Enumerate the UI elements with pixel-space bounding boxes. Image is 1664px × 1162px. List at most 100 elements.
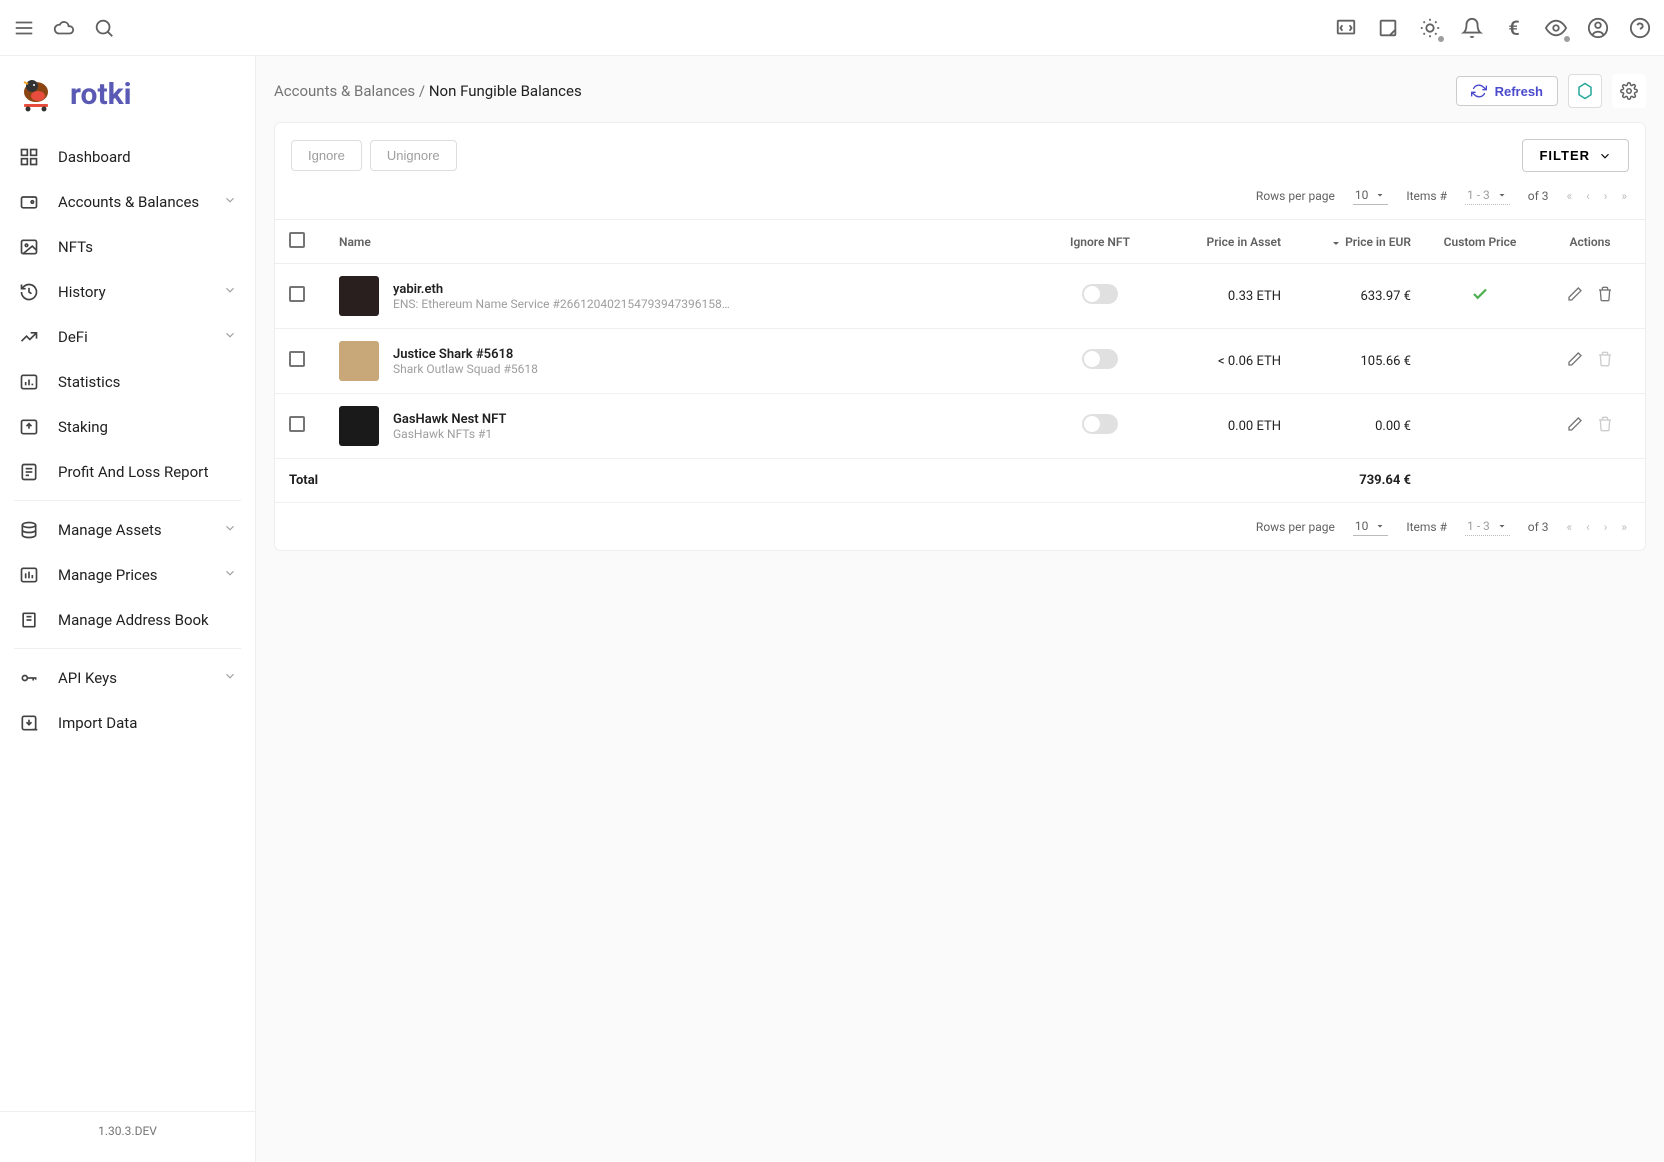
theme-icon[interactable]	[1418, 16, 1442, 40]
bell-icon[interactable]	[1460, 16, 1484, 40]
sidebar-item-pnl[interactable]: Profit And Loss Report	[0, 449, 255, 494]
row-checkbox[interactable]	[289, 416, 305, 432]
note-icon[interactable]	[1376, 16, 1400, 40]
table-row: Justice Shark #5618 Shark Outlaw Squad #…	[275, 329, 1645, 394]
user-icon[interactable]	[1586, 16, 1610, 40]
wallet-icon	[18, 191, 40, 213]
logo[interactable]: rotki	[0, 68, 255, 134]
page-next-icon[interactable]: ›	[1604, 520, 1608, 534]
nft-thumbnail	[339, 276, 379, 316]
page-prev-icon[interactable]: ‹	[1586, 189, 1590, 203]
sidebar-item-manage-prices[interactable]: Manage Prices	[0, 552, 255, 597]
code-icon[interactable]	[1334, 16, 1358, 40]
price-asset: 0.00 ETH	[1155, 394, 1295, 459]
rows-per-page-label: Rows per page	[1256, 189, 1335, 203]
sidebar-item-history[interactable]: History	[0, 269, 255, 314]
ignore-toggle[interactable]	[1082, 349, 1118, 369]
sidebar-item-nfts[interactable]: NFTs	[0, 224, 255, 269]
sidebar-item-label: Staking	[58, 418, 108, 436]
items-range-select[interactable]: 1 - 3	[1465, 517, 1510, 536]
rows-per-page-select[interactable]: 10	[1353, 517, 1389, 536]
table-row: yabir.eth ENS: Ethereum Name Service #26…	[275, 264, 1645, 329]
cloud-icon[interactable]	[52, 16, 76, 40]
sidebar-item-statistics[interactable]: Statistics	[0, 359, 255, 404]
sidebar-item-dashboard[interactable]: Dashboard	[0, 134, 255, 179]
book-icon	[18, 609, 40, 631]
sidebar: rotki Dashboard Accounts & Balances NFTs…	[0, 56, 256, 1162]
sidebar-item-manage-assets[interactable]: Manage Assets	[0, 507, 255, 552]
pager-bottom: Rows per page 10 Items # 1 - 3 of 3 « ‹ …	[275, 503, 1645, 550]
sidebar-item-defi[interactable]: DeFi	[0, 314, 255, 359]
rows-per-page-select[interactable]: 10	[1353, 186, 1389, 205]
col-ignore[interactable]: Ignore NFT	[1045, 220, 1155, 264]
items-range-select[interactable]: 1 - 3	[1465, 186, 1510, 205]
unignore-button[interactable]: Unignore	[370, 140, 457, 171]
sidebar-item-label: API Keys	[58, 669, 117, 687]
chevron-down-icon	[223, 521, 237, 539]
total-label: Total	[275, 459, 1295, 503]
privacy-icon[interactable]	[1544, 16, 1568, 40]
sidebar-item-import-data[interactable]: Import Data	[0, 700, 255, 745]
delete-button	[1597, 416, 1613, 436]
sidebar-item-staking[interactable]: Staking	[0, 404, 255, 449]
select-all-checkbox[interactable]	[289, 232, 305, 248]
help-icon[interactable]	[1628, 16, 1652, 40]
breadcrumb-parent[interactable]: Accounts & Balances	[274, 82, 415, 100]
import-icon	[18, 712, 40, 734]
menu-icon[interactable]	[12, 16, 36, 40]
chevron-down-icon	[223, 566, 237, 584]
image-icon	[18, 236, 40, 258]
col-custom-price[interactable]: Custom Price	[1425, 220, 1535, 264]
filter-button[interactable]: FILTER	[1522, 139, 1629, 172]
sidebar-item-api-keys[interactable]: API Keys	[0, 655, 255, 700]
col-actions: Actions	[1535, 220, 1645, 264]
nft-table-card: Ignore Unignore FILTER Rows per page 10 …	[274, 122, 1646, 551]
nft-thumbnail	[339, 406, 379, 446]
report-icon	[18, 461, 40, 483]
settings-button[interactable]	[1612, 74, 1646, 108]
table-row: GasHawk Nest NFT GasHawk NFTs #1 0.00 ET…	[275, 394, 1645, 459]
page-first-icon[interactable]: «	[1567, 189, 1573, 203]
ignore-toggle[interactable]	[1082, 284, 1118, 304]
sidebar-item-label: Manage Address Book	[58, 611, 209, 629]
page-next-icon[interactable]: ›	[1604, 189, 1608, 203]
col-name[interactable]: Name	[325, 220, 1045, 264]
ignore-toggle[interactable]	[1082, 414, 1118, 434]
page-last-icon[interactable]: »	[1621, 189, 1627, 203]
pager-top: Rows per page 10 Items # 1 - 3 of 3 « ‹ …	[275, 172, 1645, 219]
database-icon	[18, 519, 40, 541]
row-checkbox[interactable]	[289, 286, 305, 302]
edit-button[interactable]	[1567, 286, 1583, 306]
sidebar-item-address-book[interactable]: Manage Address Book	[0, 597, 255, 642]
page-last-icon[interactable]: »	[1621, 520, 1627, 534]
breadcrumb: Accounts & Balances / Non Fungible Balan…	[274, 82, 582, 100]
of-label: of 3	[1528, 189, 1549, 203]
nft-subtitle: Shark Outlaw Squad #5618	[393, 362, 538, 376]
prices-icon	[18, 564, 40, 586]
edit-button[interactable]	[1567, 351, 1583, 371]
ignore-button[interactable]: Ignore	[291, 140, 362, 171]
row-checkbox[interactable]	[289, 351, 305, 367]
col-price-asset[interactable]: Price in Asset	[1155, 220, 1295, 264]
total-eur: 739.64 €	[1295, 459, 1425, 503]
sidebar-item-label: Dashboard	[58, 148, 131, 166]
col-price-eur[interactable]: Price in EUR	[1295, 220, 1425, 264]
total-row: Total 739.64 €	[275, 459, 1645, 503]
nft-name: Justice Shark #5618	[393, 347, 538, 362]
price-asset: < 0.06 ETH	[1155, 329, 1295, 394]
nft-view-button[interactable]	[1568, 74, 1602, 108]
chart-line-icon	[18, 326, 40, 348]
sidebar-item-accounts-balances[interactable]: Accounts & Balances	[0, 179, 255, 224]
sidebar-item-label: DeFi	[58, 328, 88, 346]
page-prev-icon[interactable]: ‹	[1586, 520, 1590, 534]
refresh-button[interactable]: Refresh	[1456, 76, 1558, 106]
key-icon	[18, 667, 40, 689]
page-first-icon[interactable]: «	[1567, 520, 1573, 534]
nft-name: yabir.eth	[393, 282, 733, 297]
search-icon[interactable]	[92, 16, 116, 40]
edit-button[interactable]	[1567, 416, 1583, 436]
delete-button[interactable]	[1597, 286, 1613, 306]
currency-icon[interactable]: €	[1502, 16, 1526, 40]
main-content: Accounts & Balances / Non Fungible Balan…	[256, 56, 1664, 1162]
delete-button	[1597, 351, 1613, 371]
